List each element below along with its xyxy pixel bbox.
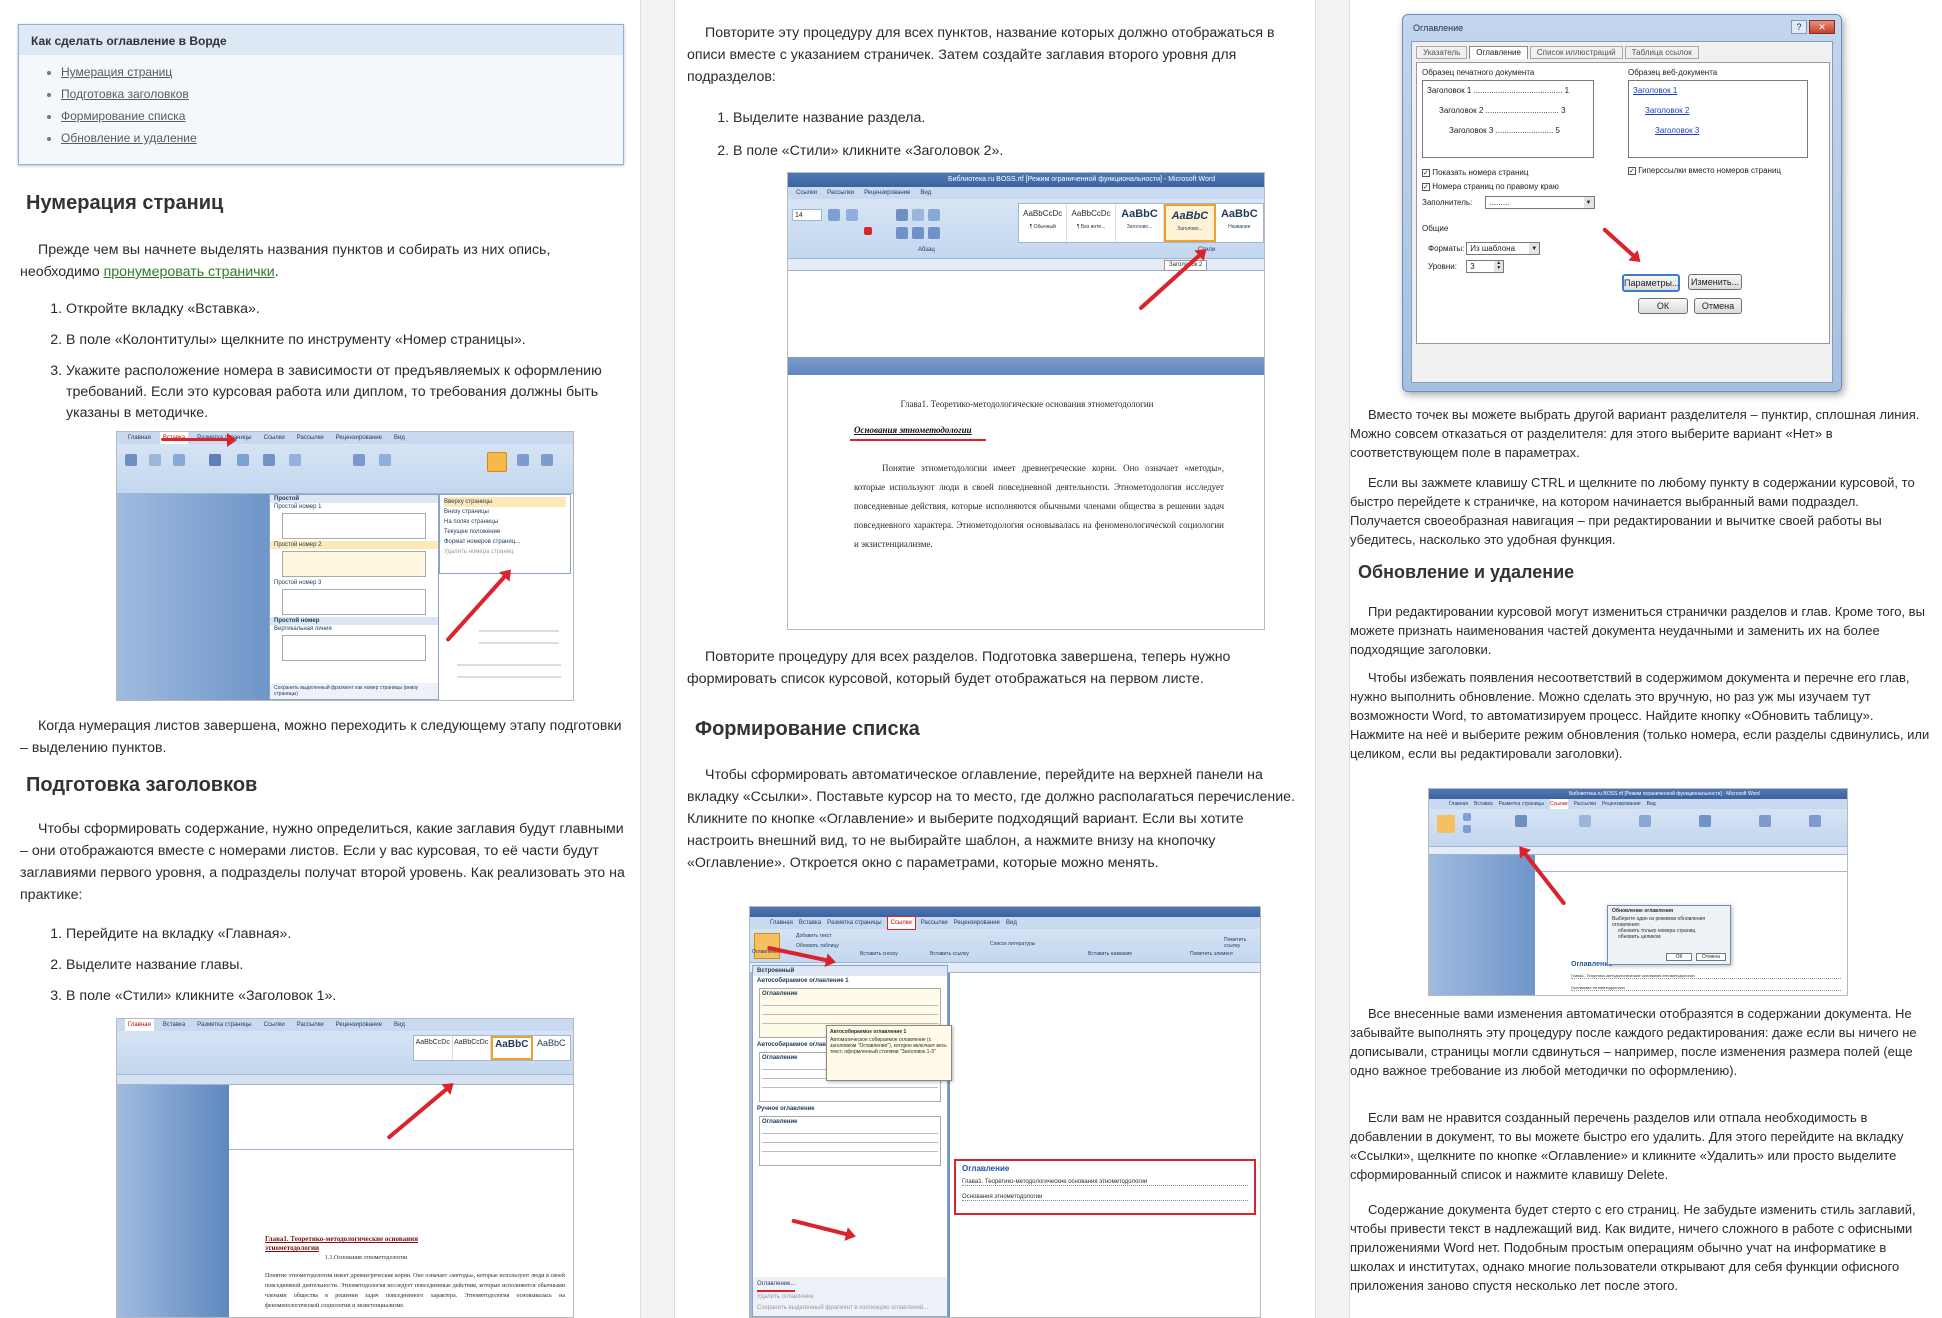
column-1: Как сделать оглавление в Ворде Нумерация… <box>0 0 640 1318</box>
list-item: Откройте вкладку «Вставка». <box>66 299 628 320</box>
modify-button[interactable]: Изменить... <box>1688 274 1742 290</box>
web-link[interactable]: Заголовок 3 <box>1633 121 1807 141</box>
hyperlinks-checkbox[interactable]: ✓ Гиперссылки вместо номеров страниц <box>1628 166 1781 175</box>
link-page-numbering[interactable]: пронумеровать странички <box>104 264 275 280</box>
paragraph: Если вам не нравится созданный перечень … <box>1350 1110 1904 1182</box>
web-link[interactable]: Заголовок 2 <box>1633 101 1807 121</box>
cancel-button[interactable]: Отмена <box>1694 298 1742 314</box>
paragraph: Прежде чем вы начнете выделять названия … <box>20 242 551 280</box>
column-2: Повторите эту процедуру для всех пунктов… <box>675 0 1315 1318</box>
column-3: Оглавление ? ✕ Указатель Оглавление Спис… <box>1350 0 1942 1318</box>
list-item: В поле «Стили» кликните «Заголовок 2». <box>733 141 1295 162</box>
list-item: В поле «Стили» кликните «Заголовок 1». <box>66 986 628 1007</box>
paragraph: Повторите эту процедуру для всех пунктов… <box>687 25 1275 85</box>
options-button[interactable]: Параметры... <box>1622 274 1680 292</box>
chevron-down-icon: ▼ <box>1583 197 1594 209</box>
toc-link-headings[interactable]: Подготовка заголовков <box>61 87 189 101</box>
toc-link-update[interactable]: Обновление и удаление <box>61 131 197 145</box>
paragraph: Если вы зажмете клавишу CTRL и щелкните … <box>1350 475 1915 547</box>
tab-figures[interactable]: Список иллюстраций <box>1529 46 1623 59</box>
steps-list: Выделите название раздела. В поле «Стили… <box>685 108 1295 172</box>
list-item: Перейдите на вкладку «Главная». <box>66 924 628 945</box>
heading-list: Формирование списка <box>695 718 920 740</box>
toc-item[interactable]: Подготовка заголовков <box>61 83 623 105</box>
tab-toc[interactable]: Оглавление <box>1469 46 1528 59</box>
paragraph: Чтобы избежать появления несоответствий … <box>1350 670 1930 761</box>
levels-stepper[interactable]: 3 ▲ ▼ <box>1466 260 1505 274</box>
paragraph: Чтобы сформировать автоматическое оглавл… <box>687 767 1295 871</box>
toc-title: Как сделать оглавление в Ворде <box>19 25 623 55</box>
tab-authorities[interactable]: Таблица ссылок <box>1624 46 1699 59</box>
steps-list: Откройте вкладку «Вставка». В поле «Коло… <box>18 299 628 434</box>
screenshot-toc-dialog: Оглавление ? ✕ Указатель Оглавление Спис… <box>1402 14 1842 392</box>
screenshot-toc-gallery: Главная Вставка Разметка страницы Ссылки… <box>749 906 1261 1318</box>
paragraph: При редактировании курсовой могут измени… <box>1350 604 1925 657</box>
screenshot-heading2-style: Библиотека.ru BOSS.rtf [Режим ограниченн… <box>787 172 1265 630</box>
chevron-down-icon: ▼ <box>1529 243 1540 255</box>
paragraph: Все внесенные вами изменения автоматичес… <box>1350 1006 1917 1078</box>
list-item: Выделите название раздела. <box>733 108 1295 129</box>
toc-item[interactable]: Обновление и удаление <box>61 127 623 149</box>
close-icon[interactable]: ✕ <box>1809 20 1835 34</box>
list-item: Выделите название главы. <box>66 955 628 976</box>
screenshot-heading1-style: Главная Вставка Разметка страницы Ссылки… <box>116 1018 574 1318</box>
steps-list: Перейдите на вкладку «Главная». Выделите… <box>18 924 628 1017</box>
paragraph: Повторите процедуру для всех разделов. П… <box>687 649 1231 687</box>
heading-numbering: Нумерация страниц <box>26 192 224 214</box>
toc-item[interactable]: Формирование списка <box>61 105 623 127</box>
formats-select[interactable]: Из шаблона ▼ <box>1466 242 1541 256</box>
screenshot-update-toc: Библиотека.ru BOSS.rtf [Режим ограниченн… <box>1428 788 1848 996</box>
paragraph: Вместо точек вы можете выбрать другой ва… <box>1350 407 1920 460</box>
list-item: В поле «Колонтитулы» щелкните по инструм… <box>66 330 628 351</box>
column-gutter <box>1315 0 1350 1318</box>
tab-index[interactable]: Указатель <box>1416 46 1468 59</box>
paragraph: Содержание документа будет стерто с его … <box>1350 1202 1916 1293</box>
toc-link-list[interactable]: Формирование списка <box>61 109 185 123</box>
show-page-numbers-checkbox[interactable]: ✓ Показать номера страниц <box>1422 166 1595 180</box>
toc-box: Как сделать оглавление в Ворде Нумерация… <box>18 24 624 165</box>
toc-link-numbering[interactable]: Нумерация страниц <box>61 65 172 79</box>
filler-select[interactable]: ......... ▼ <box>1484 196 1595 210</box>
column-gutter <box>640 0 675 1318</box>
heading-headings: Подготовка заголовков <box>26 774 258 796</box>
paragraph: Когда нумерация листов завершена, можно … <box>20 718 622 756</box>
toc-item[interactable]: Нумерация страниц <box>61 61 623 83</box>
red-arrow <box>161 433 237 447</box>
web-link[interactable]: Заголовок 1 <box>1633 81 1807 101</box>
paragraph: Чтобы сформировать содержание, нужно опр… <box>20 821 625 903</box>
right-align-checkbox[interactable]: ✓ Номера страниц по правому краю <box>1422 180 1595 194</box>
screenshot-page-number-menu: Главная Вставка Разметка страницы Ссылки… <box>116 431 574 701</box>
help-icon[interactable]: ? <box>1791 20 1807 34</box>
ok-button[interactable]: ОК <box>1638 298 1688 314</box>
heading-update: Обновление и удаление <box>1358 562 1575 582</box>
list-item: Укажите расположение номера в зависимост… <box>66 361 628 424</box>
